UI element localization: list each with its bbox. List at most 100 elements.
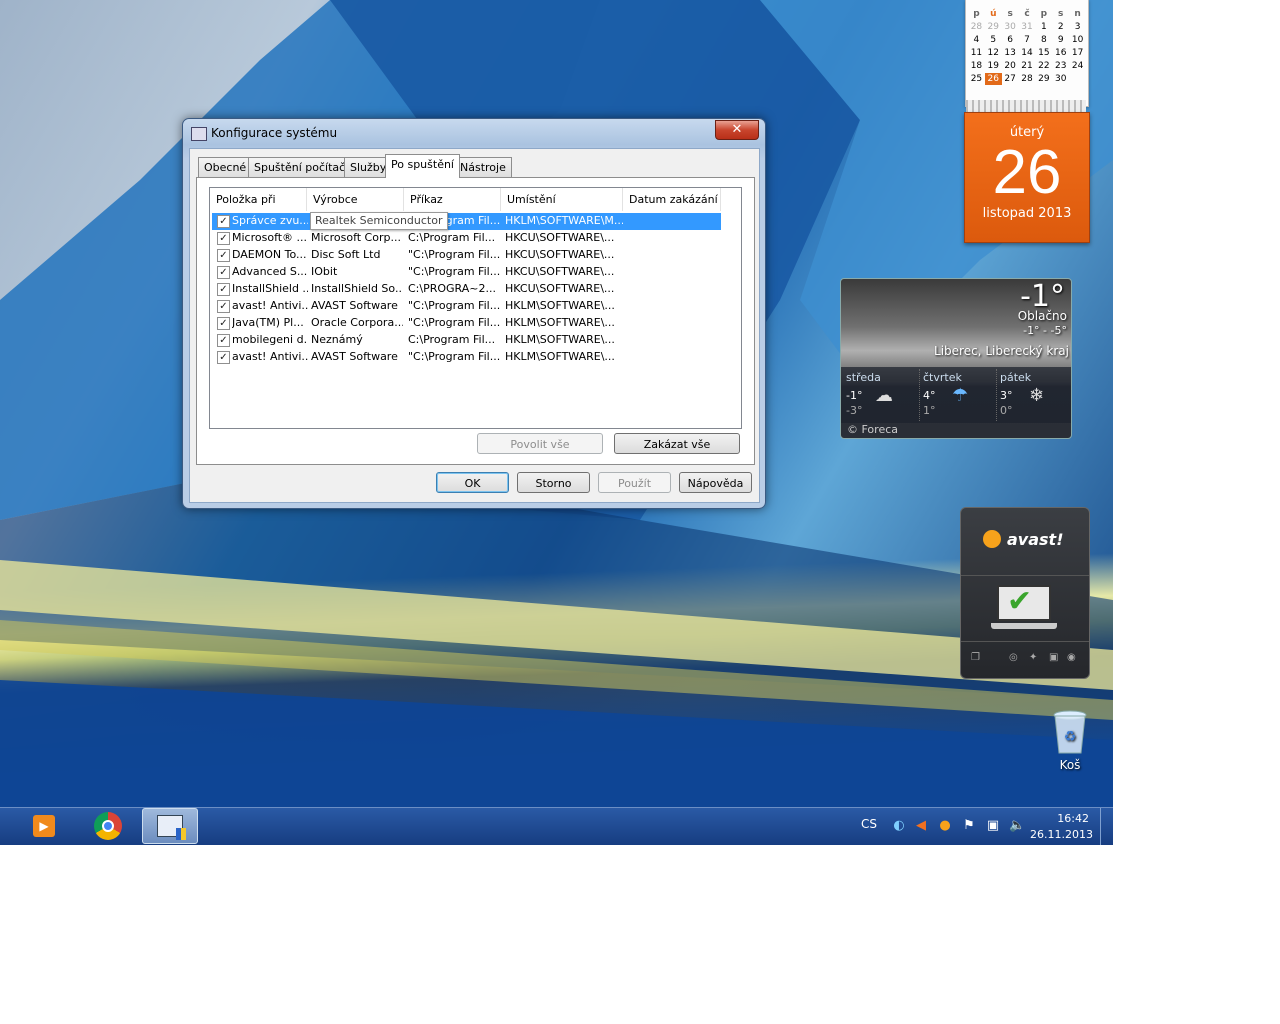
network-swirl-icon[interactable]: ◐ (891, 818, 907, 834)
startup-checkbox[interactable]: ✓ (217, 334, 230, 347)
startup-checkbox[interactable]: ✓ (217, 232, 230, 245)
cell-location: HKLM\SOFTWARE\... (505, 299, 615, 312)
column-header-date-disabled[interactable]: Datum zakázání (623, 188, 721, 211)
calendar-day[interactable]: 18 (968, 60, 985, 72)
calendar-day[interactable]: 24 (1069, 60, 1086, 72)
calendar-day[interactable]: 19 (985, 60, 1002, 72)
calendar-day[interactable]: 9 (1052, 34, 1069, 46)
globe-icon[interactable]: ◎ (1009, 652, 1018, 663)
calendar-day[interactable]: 12 (985, 47, 1002, 59)
table-row[interactable]: ✓Správce zvu...Realtek Semiconductor"C:\… (212, 213, 721, 230)
calendar-day[interactable]: 1 (1035, 21, 1052, 33)
calendar-day[interactable]: 22 (1035, 60, 1052, 72)
startup-checkbox[interactable]: ✓ (217, 351, 230, 364)
enable-all-button[interactable]: Povolit vše (477, 433, 603, 454)
apply-button[interactable]: Použít (598, 472, 671, 493)
calendar-day[interactable]: 20 (1002, 60, 1019, 72)
calendar-day[interactable]: 13 (1002, 47, 1019, 59)
calendar-day[interactable]: 25 (968, 73, 985, 85)
startup-checkbox[interactable]: ✓ (217, 215, 230, 228)
calendar-day[interactable]: 21 (1019, 60, 1036, 72)
column-header-command[interactable]: Příkaz (404, 188, 501, 211)
show-desktop-button[interactable] (1100, 808, 1113, 845)
startup-list[interactable]: Položka při spu... Výrobce Příkaz Umístě… (209, 187, 742, 429)
column-header-item[interactable]: Položka při spu... (210, 188, 307, 229)
startup-checkbox[interactable]: ✓ (217, 300, 230, 313)
table-row[interactable]: ✓ Advanced S... IObit "C:\Program Fil... HKC… (212, 264, 721, 281)
twitter-icon[interactable]: ✦ (1029, 652, 1037, 663)
window-title: Konfigurace systému (211, 126, 338, 140)
calendar-day[interactable]: 29 (1035, 73, 1052, 85)
calendar-day[interactable]: 28 (1019, 73, 1036, 85)
calendar-day[interactable] (1069, 73, 1086, 85)
calendar-day[interactable]: 16 (1052, 47, 1069, 59)
avast-gadget[interactable]: avast! ✔ ❐ ◎ ✦ ▣ ◉ (960, 507, 1090, 679)
calendar-weekday: p (973, 9, 980, 19)
close-button[interactable]: ✕ (715, 120, 759, 140)
table-row[interactable]: ✓ avast! Antivi... AVAST Software "C:\Progr… (212, 298, 721, 315)
calendar-day[interactable]: 27 (1002, 73, 1019, 85)
avast-tray-icon[interactable]: ● (937, 818, 953, 834)
speaker-orange-icon[interactable]: ◀ (913, 818, 929, 834)
laptop-check-icon[interactable]: ✔ (997, 585, 1051, 621)
disable-all-button[interactable]: Zakázat vše (614, 433, 740, 454)
startup-checkbox[interactable]: ✓ (217, 266, 230, 279)
calendar-day[interactable]: 31 (1019, 21, 1036, 33)
cell-item: avast! Antivi... (232, 350, 308, 363)
system-configuration-window[interactable]: Konfigurace systému ✕ Obecné Spuštění po… (182, 118, 766, 509)
tab-general[interactable]: Obecné (198, 157, 253, 177)
window-icon[interactable]: ❐ (971, 652, 980, 663)
table-row[interactable]: ✓ mobilegeni d... Neznámý C:\Program Fil...… (212, 332, 721, 349)
calendar-day-page[interactable]: úterý 26 listopad 2013 (964, 112, 1090, 243)
calendar-day[interactable]: 26 (984, 73, 1002, 85)
calendar-day[interactable]: 3 (1069, 21, 1086, 33)
recycle-bin[interactable]: ♻ Koš (1048, 709, 1092, 772)
tab-startup[interactable]: Po spuštění (385, 154, 460, 178)
calendar-day[interactable]: 5 (985, 34, 1002, 46)
volume-icon[interactable]: 🔈 (1009, 818, 1025, 834)
table-row[interactable]: ✓ InstallShield ... InstallShield So... C:\… (212, 281, 721, 298)
calendar-day[interactable]: 11 (968, 47, 985, 59)
calendar-day[interactable]: 10 (1069, 34, 1086, 46)
column-header-maker[interactable]: Výrobce (307, 188, 404, 211)
help-button[interactable]: Nápověda (679, 472, 752, 493)
calendar-day[interactable]: 6 (1002, 34, 1019, 46)
tab-tools[interactable]: Nástroje (454, 157, 512, 177)
weather-gadget[interactable]: -1° Oblačno -1° - -5° Liberec, Liberecký… (840, 278, 1072, 439)
calendar-day[interactable]: 28 (968, 21, 985, 33)
table-row[interactable]: ✓ Java(TM) Pl... Oracle Corpora... "C:\Prog… (212, 315, 721, 332)
startup-checkbox[interactable]: ✓ (217, 317, 230, 330)
calendar-day[interactable]: 8 (1035, 34, 1052, 46)
table-row[interactable]: ✓ DAEMON To... Disc Soft Ltd "C:\Program Fi… (212, 247, 721, 264)
msconfig-taskbar-button[interactable] (142, 808, 198, 844)
language-indicator[interactable]: CS (861, 817, 877, 831)
tab-boot[interactable]: Spuštění počítače (248, 157, 358, 177)
column-header-location[interactable]: Umístění (501, 188, 623, 211)
action-center-flag-icon[interactable]: ⚑ (961, 818, 977, 834)
clock-date[interactable]: 26.11.2013 (1030, 828, 1093, 841)
calendar-day[interactable]: 30 (1052, 73, 1069, 85)
calendar-day[interactable]: 2 (1052, 21, 1069, 33)
startup-checkbox[interactable]: ✓ (217, 249, 230, 262)
clock-time[interactable]: 16:42 (1057, 812, 1089, 825)
calendar-day[interactable]: 17 (1069, 47, 1086, 59)
rss-icon[interactable]: ◉ (1067, 652, 1076, 663)
weather-range: -1° - -5° (1023, 324, 1067, 337)
calendar-day[interactable]: 7 (1019, 34, 1036, 46)
ok-button[interactable]: OK (436, 472, 509, 493)
calendar-day[interactable]: 29 (985, 21, 1002, 33)
network-icon[interactable]: ▣ (985, 818, 1001, 834)
chrome-button[interactable] (80, 808, 136, 844)
calendar-day[interactable]: 15 (1035, 47, 1052, 59)
calendar-day[interactable]: 4 (968, 34, 985, 46)
cancel-button[interactable]: Storno (517, 472, 590, 493)
media-player-button[interactable]: ▶ (16, 808, 72, 844)
table-row[interactable]: ✓ Microsoft® ... Microsoft Corp... C:\Progr… (212, 230, 721, 247)
table-row[interactable]: ✓ avast! Antivi... AVAST Software "C:\Progr… (212, 349, 721, 366)
calendar-day[interactable]: 30 (1002, 21, 1019, 33)
calendar-day[interactable]: 14 (1019, 47, 1036, 59)
avast-brand: avast! (1007, 530, 1064, 549)
startup-checkbox[interactable]: ✓ (217, 283, 230, 296)
calendar-day[interactable]: 23 (1052, 60, 1069, 72)
facebook-icon[interactable]: ▣ (1049, 652, 1058, 663)
